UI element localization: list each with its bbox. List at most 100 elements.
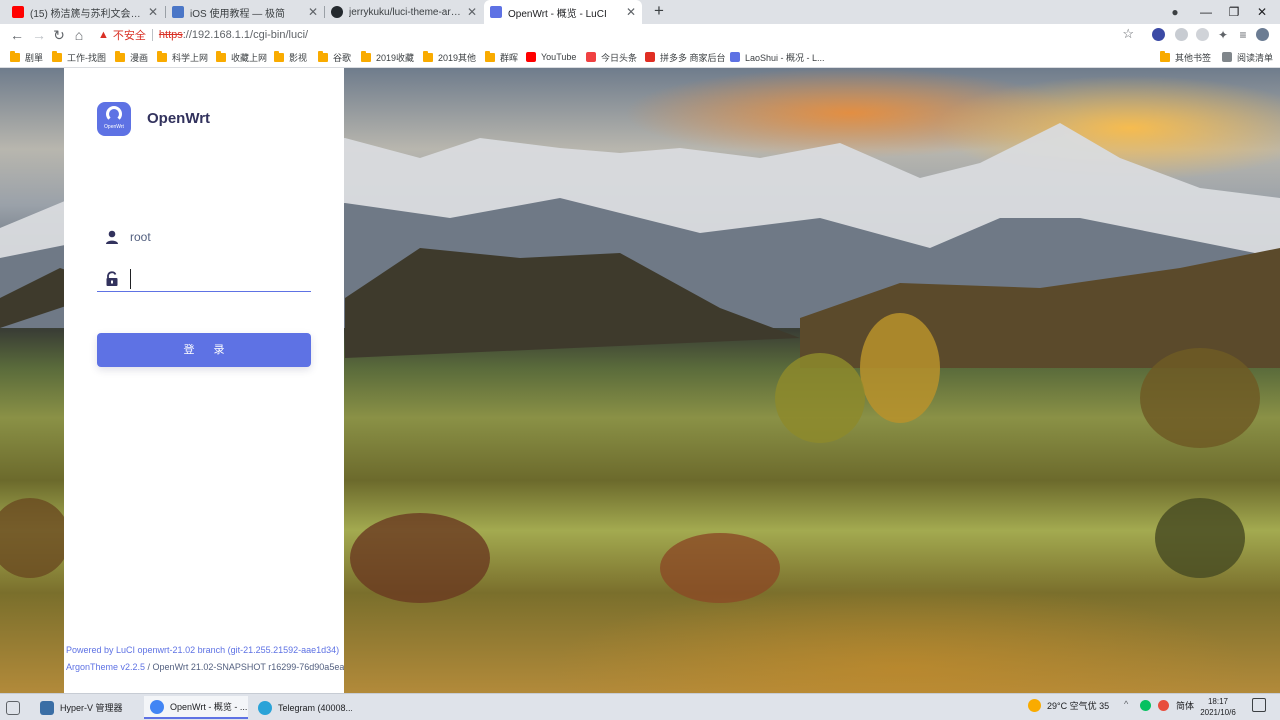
username-value: root (130, 230, 151, 244)
power-ring-icon (106, 106, 122, 122)
reading-list-icon (1222, 52, 1232, 62)
youtube-icon (12, 6, 24, 18)
reading-list[interactable]: 阅读清单 (1222, 49, 1273, 65)
folder-icon (485, 50, 495, 62)
extension-icon[interactable] (1196, 28, 1209, 41)
telegram-icon (258, 700, 272, 715)
notification-icon[interactable] (1252, 698, 1266, 712)
bookmark-folder[interactable]: 群晖 (485, 49, 518, 65)
password-input[interactable] (130, 268, 300, 289)
bookmark-folder[interactable]: 2019其他 (423, 49, 476, 65)
login-page-background: OpenWrt OpenWrt root 登 录 Powered by LuCI… (0, 68, 1280, 693)
close-icon[interactable]: ✕ (467, 5, 477, 19)
start-button[interactable] (0, 696, 28, 719)
folder-icon (10, 50, 20, 62)
address-bar[interactable]: ▲ 不安全 https ://192.168.1.1/cgi-bin/luci/… (92, 26, 1144, 44)
windows-icon (6, 700, 20, 715)
user-icon (106, 230, 118, 244)
openwrt-logo: OpenWrt (97, 102, 131, 136)
bookmark-star-icon[interactable]: ☆ (1122, 26, 1134, 42)
bookmark-pinduoduo[interactable]: 拼多多 商家后台 (645, 49, 726, 65)
tab-youtube[interactable]: (15) 杨洁篪与苏利文会面, 中国外 ✕ (6, 0, 164, 24)
lock-icon (106, 270, 118, 286)
minimize-button[interactable]: — (1196, 2, 1216, 22)
browser-tab-strip: (15) 杨洁篪与苏利文会面, 中国外 ✕ iOS 使用教程 — 极简 ✕ je… (0, 0, 1280, 24)
warning-icon[interactable]: ▲ (98, 29, 109, 41)
bookmark-folder[interactable]: 谷歌 (318, 49, 351, 65)
extension-icon[interactable] (1175, 28, 1188, 41)
bookmark-folder[interactable]: 漫画 (115, 49, 148, 65)
taskbar-clock[interactable]: 18:17 2021/10/6 (1196, 696, 1240, 718)
back-icon[interactable]: ← (8, 26, 26, 44)
avatar[interactable] (1256, 28, 1269, 41)
tab-title: iOS 使用教程 — 极简 (190, 8, 286, 20)
clock-time: 18:17 (1207, 697, 1229, 706)
tab-title: jerrykuku/luci-theme-argon: · (349, 6, 461, 18)
folder-icon (361, 50, 371, 62)
maximize-button[interactable]: ❐ (1224, 2, 1244, 22)
profile-icon[interactable]: ● (1165, 2, 1185, 22)
bookmark-toutiao[interactable]: 今日头条 (586, 49, 637, 65)
browser-toolbar: ← → ↻ ⌂ ▲ 不安全 https ://192.168.1.1/cgi-b… (0, 24, 1280, 46)
tab-title: (15) 杨洁篪与苏利文会面, 中国外 (30, 8, 142, 20)
logo-text: OpenWrt (104, 124, 124, 130)
weather-text[interactable]: 29°C 空气优 35 (1047, 699, 1109, 712)
tray-expand-icon[interactable]: ^ (1124, 699, 1128, 709)
folder-icon (157, 50, 167, 62)
extension-icon[interactable] (1152, 28, 1165, 41)
url-scheme: https (158, 29, 183, 41)
bookmark-folder[interactable]: 2019收藏 (361, 49, 414, 65)
password-field[interactable] (97, 266, 311, 292)
bookmark-folder[interactable]: 影视 (274, 49, 307, 65)
folder-icon (318, 50, 328, 62)
close-icon[interactable]: ✕ (626, 5, 636, 19)
new-tab-button[interactable]: + (650, 2, 668, 22)
openwrt-icon (730, 52, 740, 62)
reading-list-icon[interactable]: ≡ (1234, 26, 1252, 44)
bookmark-laoshui[interactable]: LaoShui - 概况 - L... (730, 49, 825, 65)
security-status[interactable]: 不安全 (113, 27, 146, 43)
folder-icon (216, 50, 226, 62)
bookmarks-bar: 剧單 工作-找图 漫画 科学上网 收藏上网 影视 谷歌 2019收藏 2019其… (0, 46, 1280, 68)
close-icon[interactable]: ✕ (148, 5, 158, 19)
other-bookmarks[interactable]: 其他书签 (1160, 49, 1211, 65)
hyper-v-icon (40, 700, 54, 715)
tab-github[interactable]: jerrykuku/luci-theme-argon: · ✕ (325, 0, 483, 24)
tab-ios-tutorial[interactable]: iOS 使用教程 — 极简 ✕ (166, 0, 324, 24)
theme-link[interactable]: ArgonTheme v2.2.5 (66, 662, 145, 672)
folder-icon (423, 50, 433, 62)
bookmark-folder[interactable]: 工作-找图 (52, 49, 106, 65)
bookmark-folder[interactable]: 科学上网 (157, 49, 208, 65)
page-footer: Powered by LuCI openwrt-21.02 branch (gi… (66, 642, 344, 676)
close-icon[interactable]: ✕ (308, 5, 318, 19)
forward-icon[interactable]: → (30, 26, 48, 44)
brand-name: OpenWrt (147, 110, 211, 127)
home-icon[interactable]: ⌂ (70, 26, 88, 44)
taskbar-item-chrome[interactable]: OpenWrt - 概览 - ... (144, 696, 248, 719)
firmware-version: / OpenWrt 21.02-SNAPSHOT r16299-76d90a5e… (145, 662, 344, 672)
url-text: ://192.168.1.1/cgi-bin/luci/ (182, 29, 309, 41)
clock-date: 2021/10/6 (1200, 708, 1236, 717)
close-window-button[interactable]: ✕ (1252, 2, 1272, 22)
wechat-icon[interactable] (1140, 700, 1151, 711)
reload-icon[interactable]: ↻ (50, 26, 68, 44)
ime-indicator[interactable]: 简体 (1176, 699, 1194, 712)
taskbar-item-hyperv[interactable]: Hyper-V 管理器 (34, 696, 140, 719)
tab-openwrt-active[interactable]: OpenWrt - 概览 - LuCI ✕ (484, 0, 642, 24)
pinduoduo-icon (645, 52, 655, 62)
bookmark-youtube[interactable]: YouTube (526, 49, 576, 65)
openwrt-icon (490, 6, 502, 18)
tray-app-icon[interactable] (1158, 700, 1169, 711)
powered-by-link[interactable]: Powered by LuCI openwrt-21.02 branch (gi… (66, 642, 344, 659)
site-favicon-icon (172, 6, 184, 18)
weather-icon[interactable] (1028, 699, 1041, 712)
bookmark-folder[interactable]: 剧單 (10, 49, 43, 65)
extensions-puzzle-icon[interactable]: ✦ (1214, 26, 1232, 44)
bookmark-folder[interactable]: 收藏上网 (216, 49, 267, 65)
login-button[interactable]: 登 录 (97, 333, 311, 367)
login-panel: OpenWrt OpenWrt root 登 录 Powered by LuCI… (64, 68, 344, 693)
tab-title: OpenWrt - 概览 - LuCI (508, 8, 607, 20)
taskbar-item-telegram[interactable]: Telegram (40008... (252, 696, 352, 719)
folder-icon (115, 50, 125, 62)
username-field[interactable]: root (97, 224, 311, 250)
